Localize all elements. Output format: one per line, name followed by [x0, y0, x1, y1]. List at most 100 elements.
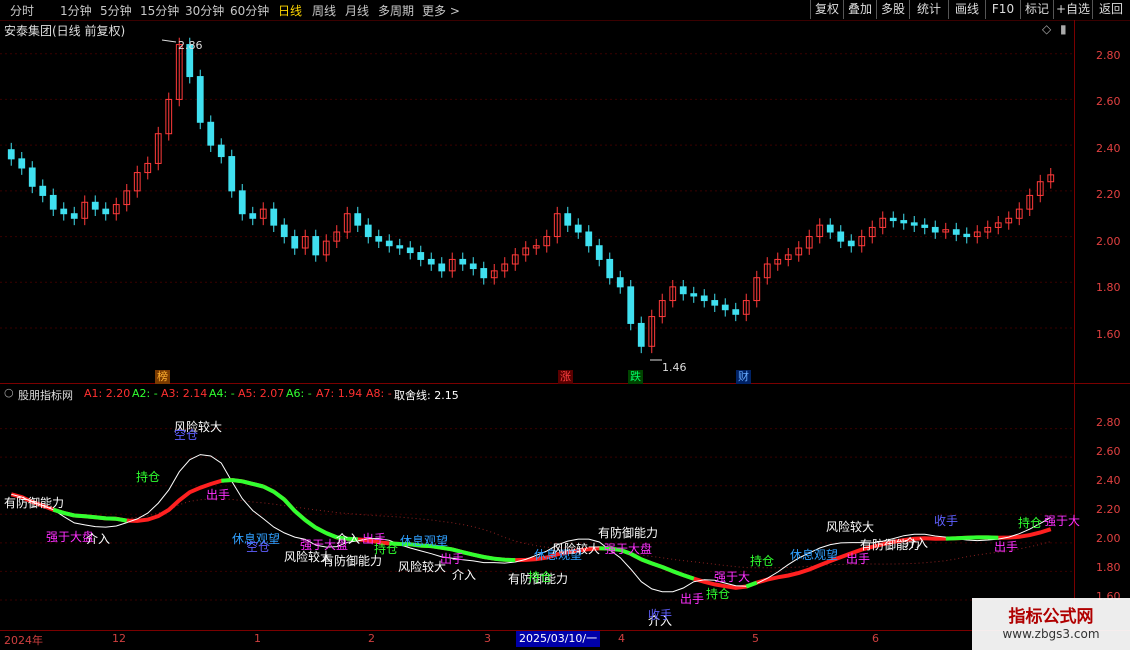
period-tab-weekly[interactable]: 周线 — [312, 2, 336, 19]
candle-body — [837, 231, 845, 242]
x-label: 2 — [368, 632, 375, 645]
period-tab-multi[interactable]: 多周期 — [378, 2, 414, 19]
high-arrow — [161, 39, 177, 43]
main-y-tick: 2.40 — [1096, 142, 1121, 155]
watermark-title: 指标公式网 — [1008, 607, 1094, 627]
legend-a2: A2: - — [132, 387, 158, 400]
watermark-url: www.zbgs3.com — [1002, 627, 1100, 641]
legend-a8: A8: - — [366, 387, 392, 400]
candle-body — [196, 76, 204, 123]
period-tab-5min[interactable]: 5分钟 — [100, 2, 132, 19]
legend-a7: A7: 1.94 — [316, 387, 363, 400]
indicator-y-tick: 2.60 — [1096, 445, 1121, 458]
candle-body — [60, 208, 68, 215]
period-tab-30min[interactable]: 30分钟 — [185, 2, 224, 19]
candle-body — [952, 229, 960, 235]
candle-body — [312, 236, 320, 256]
candle-body — [900, 220, 908, 224]
indicator-chart[interactable] — [0, 400, 1074, 630]
candlestick-chart[interactable] — [0, 20, 1074, 383]
legend-a1: A1: 2.20 — [84, 387, 131, 400]
period-tab-monthly[interactable]: 月线 — [345, 2, 369, 19]
list-marker[interactable]: 榜 — [155, 370, 170, 384]
restore-rights-button[interactable]: 复权 — [810, 0, 843, 19]
candle-body — [826, 224, 834, 233]
candle-body — [102, 208, 110, 215]
back-button[interactable]: 返回 — [1092, 0, 1129, 19]
candle-body — [438, 263, 446, 272]
watermark: 指标公式网 www.zbgs3.com — [972, 598, 1130, 650]
candle-body — [931, 226, 939, 233]
candle-body — [585, 231, 593, 247]
candle-body — [18, 158, 26, 169]
period-toolbar: 分时 1分钟 5分钟 15分钟 30分钟 60分钟 日线 周线 月线 多周期 更… — [0, 0, 1130, 21]
main-y-tick: 2.20 — [1096, 188, 1121, 201]
candle-body — [910, 222, 918, 226]
candle-body — [469, 263, 477, 270]
long-ma-line — [11, 493, 1051, 569]
mark-button[interactable]: 标记 — [1020, 0, 1053, 19]
candle-body — [574, 224, 582, 233]
candle-body — [280, 224, 288, 238]
candle-body — [238, 190, 246, 215]
candle-body — [564, 213, 572, 226]
period-tab-daily[interactable]: 日线 — [278, 2, 302, 19]
candle-body — [270, 208, 278, 226]
x-label: 12 — [112, 632, 126, 645]
period-tab-1min[interactable]: 1分钟 — [60, 2, 92, 19]
x-label: 1 — [254, 632, 261, 645]
candle-body — [732, 309, 740, 315]
legend-a5: A5: 2.07 — [238, 387, 285, 400]
candle-body — [889, 217, 897, 222]
period-tab-60min[interactable]: 60分钟 — [230, 2, 269, 19]
overlay-button[interactable]: 叠加 — [843, 0, 876, 19]
candle-body — [354, 213, 362, 226]
candle-body — [7, 149, 15, 160]
candle-body — [249, 213, 257, 219]
indicator-y-tick: 2.40 — [1096, 474, 1121, 487]
candle-body — [406, 247, 414, 254]
candle-body — [606, 258, 614, 279]
candle-body — [217, 144, 225, 158]
candle-body — [700, 295, 708, 302]
candle-body — [91, 201, 99, 210]
period-tab-more[interactable]: 更多 > — [422, 2, 460, 19]
x-label: 3 — [484, 632, 491, 645]
add-watchlist-button[interactable]: +自选 — [1053, 0, 1092, 19]
indicator-settings-icon[interactable]: ○ — [4, 386, 14, 399]
statistics-button[interactable]: 统计 — [909, 0, 948, 19]
candle-body — [28, 167, 36, 187]
indicator-y-tick: 2.80 — [1096, 416, 1121, 429]
cursor-date-label: 2025/03/10/一 — [516, 631, 601, 647]
x-label: 6 — [872, 632, 879, 645]
candle-body — [228, 156, 236, 192]
period-tab-15min[interactable]: 15分钟 — [140, 2, 179, 19]
candle-body — [679, 286, 687, 295]
candle-body — [385, 240, 393, 247]
indicator-y-tick: 2.20 — [1096, 503, 1121, 516]
down-trend-line — [52, 478, 999, 589]
candle-body — [375, 236, 383, 242]
candle-body — [595, 245, 603, 260]
x-label: 4 — [618, 632, 625, 645]
legend-a3: A3: 2.14 — [161, 387, 208, 400]
limit-up-marker[interactable]: 涨 — [558, 370, 573, 384]
main-y-tick: 2.00 — [1096, 235, 1121, 248]
candle-body — [711, 300, 719, 306]
candle-body — [690, 293, 698, 297]
high-price-label: 2.86 — [178, 39, 203, 52]
f10-button[interactable]: F10 — [985, 0, 1020, 19]
indicator-y-tick: 2.00 — [1096, 532, 1121, 545]
multi-stock-button[interactable]: 多股 — [876, 0, 909, 19]
draw-line-button[interactable]: 画线 — [948, 0, 985, 19]
candle-body — [480, 268, 488, 279]
candle-body — [616, 277, 624, 288]
candle-body — [847, 240, 855, 247]
y-axis-divider — [1074, 20, 1075, 630]
finance-marker[interactable]: 财 — [736, 370, 751, 384]
candle-body — [207, 121, 215, 146]
period-tab-fenshi[interactable]: 分时 — [10, 2, 34, 19]
candle-body — [427, 258, 435, 265]
limit-down-marker[interactable]: 跌 — [628, 370, 643, 384]
indicator-y-tick: 1.80 — [1096, 561, 1121, 574]
